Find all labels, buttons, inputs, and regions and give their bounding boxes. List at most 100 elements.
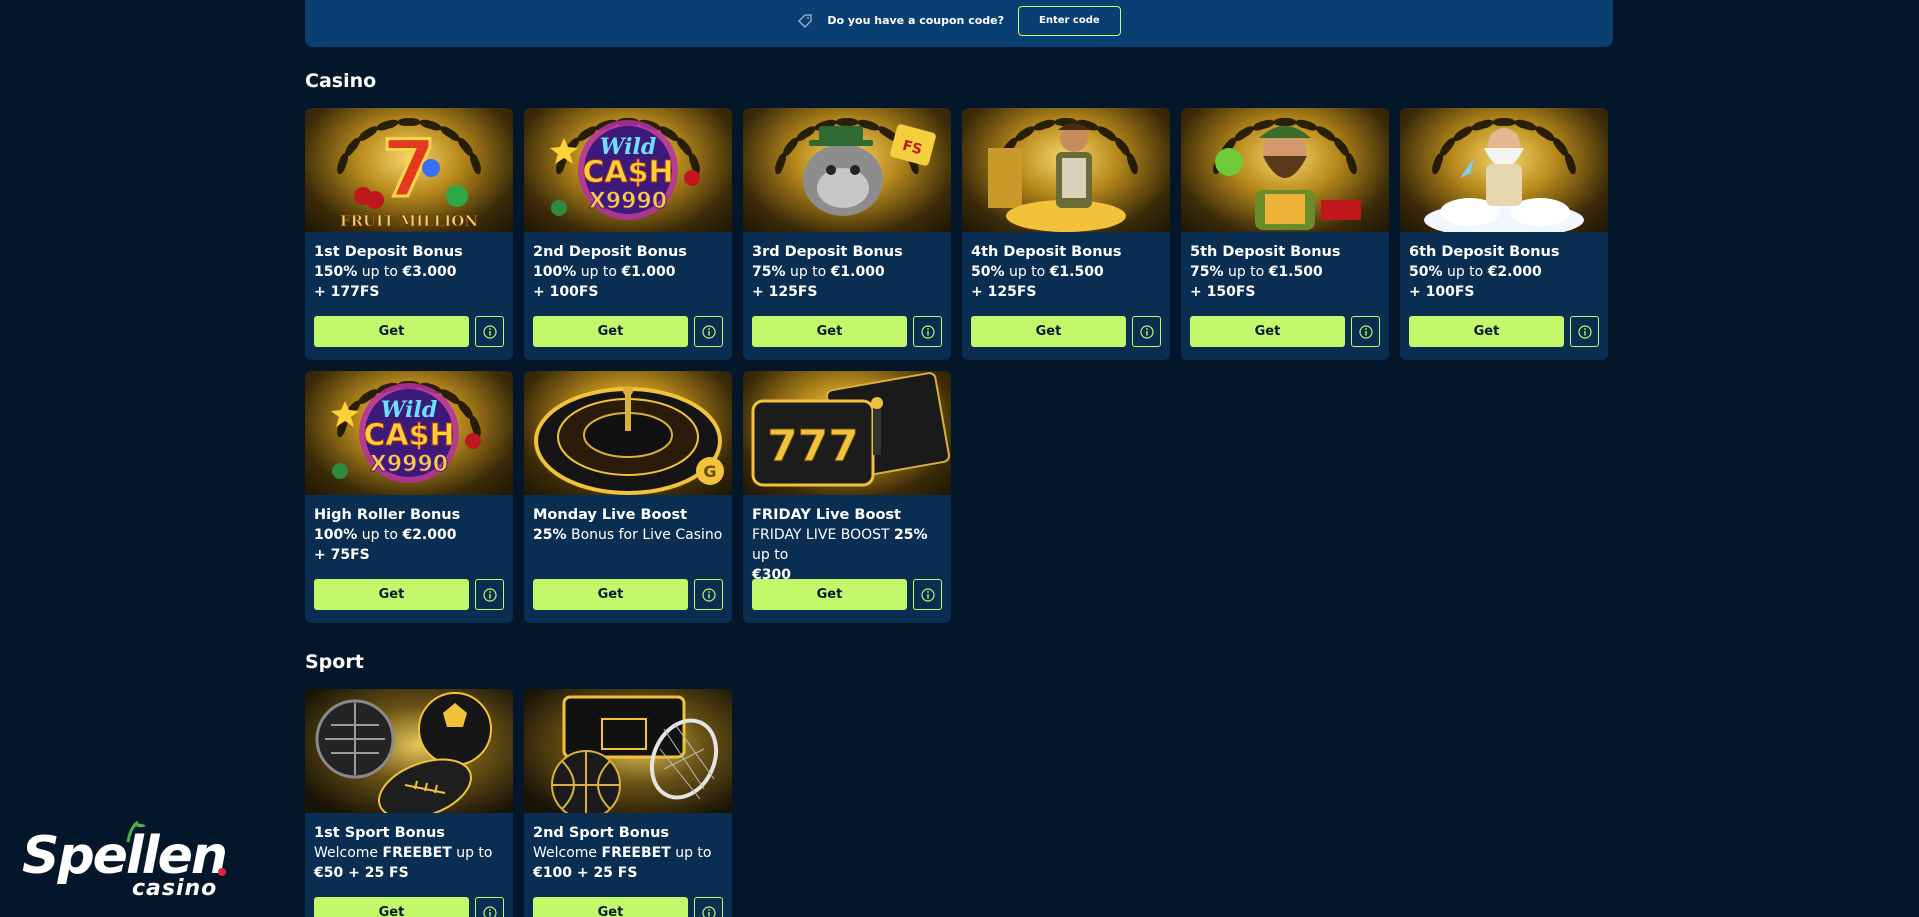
svg-text:FRUIT MILLION: FRUIT MILLION [340, 212, 478, 230]
card-description: 50% up to €1.500 + 125FS [971, 262, 1161, 302]
casino-bonus-card: Wild CA$H X9990 2nd Deposit Bonus 100% up… [524, 108, 732, 360]
bulldog-fs-artwork: FS [743, 108, 951, 232]
svg-text:CA$H: CA$H [582, 155, 673, 190]
offer-connector: up to [1223, 264, 1269, 280]
card-title: 6th Deposit Bonus [1409, 244, 1560, 260]
card-title: 2nd Deposit Bonus [533, 244, 687, 260]
offer-amount: €2.000 [1487, 264, 1542, 280]
info-icon [1358, 324, 1373, 339]
get-bonus-button[interactable]: Get [752, 316, 907, 347]
bonus-info-button[interactable] [913, 316, 942, 347]
roulette-wheel-artwork: G [524, 371, 732, 495]
bonus-info-button[interactable] [694, 897, 723, 917]
get-bonus-button[interactable]: Get [752, 579, 907, 610]
offer-percentage: 50% [1409, 264, 1443, 280]
offer-free-spins: + 177FS [314, 284, 380, 300]
offer-amount: €100 + 25 FS [533, 865, 638, 881]
offer-type: FREEBET [382, 845, 452, 861]
get-bonus-button[interactable]: Get [533, 316, 688, 347]
basketball-tennis-artwork [524, 689, 732, 813]
offer-percentage: 100% [314, 527, 358, 543]
logo-dot [218, 868, 226, 876]
sport-bonus-card: 1st Sport Bonus Welcome FREEBET up to €50 … [305, 689, 513, 917]
card-actions: Get [533, 316, 723, 347]
offer-amount: €50 + 25 FS [314, 865, 409, 881]
bonus-info-button[interactable] [475, 579, 504, 610]
bonus-info-button[interactable] [1132, 316, 1161, 347]
card-actions: Get [314, 579, 504, 610]
spellen-casino-logo[interactable]: Spellen casino [22, 820, 232, 906]
get-bonus-button[interactable]: Get [971, 316, 1126, 347]
offer-free-spins: + 100FS [533, 284, 599, 300]
offer-amount: €3.000 [402, 264, 457, 280]
get-bonus-button[interactable]: Get [533, 897, 688, 917]
get-bonus-button[interactable]: Get [314, 579, 469, 610]
offer-percentage: 75% [1190, 264, 1224, 280]
card-title: Monday Live Boost [533, 507, 688, 523]
coupon-prompt: Do you have a coupon code? [827, 14, 1004, 27]
offer-connector: up to [1004, 264, 1050, 280]
card-title: High Roller Bonus [314, 507, 461, 523]
bonus-info-button[interactable] [475, 897, 504, 917]
offer-amount: €1.000 [830, 264, 885, 280]
offer-connector: up to [1442, 264, 1488, 280]
offer-amount: €1.500 [1049, 264, 1104, 280]
card-description: 75% up to €1.500 + 150FS [1190, 262, 1380, 302]
wild-cash-x9990-artwork: Wild CA$H X9990 [305, 371, 513, 495]
info-icon [701, 324, 716, 339]
card-actions: Get [1409, 316, 1599, 347]
bearded-farmer-artwork [1181, 108, 1389, 232]
offer-type: FREEBET [601, 845, 671, 861]
svg-text:G: G [703, 462, 716, 481]
offer-amount: €2.000 [402, 527, 457, 543]
offer-prefix: FRIDAY LIVE BOOST [752, 527, 895, 543]
coupon-bar: Do you have a coupon code? Enter code [305, 0, 1613, 47]
bonus-info-button[interactable] [694, 579, 723, 610]
card-title: 2nd Sport Bonus [533, 825, 670, 841]
info-icon [701, 587, 716, 602]
card-actions: Get [314, 316, 504, 347]
info-icon [482, 587, 497, 602]
get-bonus-button[interactable]: Get [533, 579, 688, 610]
get-bonus-button[interactable]: Get [1190, 316, 1345, 347]
offer-percentage: 100% [533, 264, 577, 280]
svg-text:X9990: X9990 [589, 189, 667, 214]
sport-grid: 1st Sport Bonus Welcome FREEBET up to €50 … [305, 689, 1625, 917]
info-icon [920, 324, 935, 339]
info-icon [701, 905, 716, 917]
offer-free-spins: + 125FS [752, 284, 818, 300]
offer-connector: up to [670, 845, 712, 861]
card-description: 25% Bonus for Live Casino [533, 525, 723, 565]
bonus-info-button[interactable] [475, 316, 504, 347]
casino-bonus-card: G Monday Live Boost 25% Bonus for Live Cas… [524, 371, 732, 623]
info-icon [1139, 324, 1154, 339]
sport-bonus-card: 2nd Sport Bonus Welcome FREEBET up to €100… [524, 689, 732, 917]
offer-free-spins: + 75FS [314, 547, 370, 563]
svg-text:X9990: X9990 [370, 452, 448, 477]
sport-section-title: Sport [305, 651, 364, 673]
get-bonus-button[interactable]: Get [314, 316, 469, 347]
card-description: 100% up to €2.000 + 75FS [314, 525, 504, 565]
casino-bonus-card: 4th Deposit Bonus 50% up to €1.500 + 125FS… [962, 108, 1170, 360]
bonus-info-button[interactable] [1351, 316, 1380, 347]
card-title: 1st Deposit Bonus [314, 244, 463, 260]
card-actions: Get [752, 579, 942, 610]
bonus-info-button[interactable] [694, 316, 723, 347]
card-title: 3rd Deposit Bonus [752, 244, 903, 260]
enter-code-button[interactable]: Enter code [1018, 5, 1121, 36]
get-bonus-button[interactable]: Get [314, 897, 469, 917]
get-bonus-button[interactable]: Get [1409, 316, 1564, 347]
card-title: 4th Deposit Bonus [971, 244, 1122, 260]
offer-prefix: Welcome [314, 845, 383, 861]
bonus-info-button[interactable] [913, 579, 942, 610]
bonus-info-button[interactable] [1570, 316, 1599, 347]
offer-free-spins: + 150FS [1190, 284, 1256, 300]
casino-bonus-card: 5th Deposit Bonus 75% up to €1.500 + 150FS… [1181, 108, 1389, 360]
slot-777-artwork: 777 [743, 371, 951, 495]
card-actions: Get [533, 897, 723, 917]
casino-bonus-card: 7 FRUIT MILLION 1st Deposit Bonus 150% up … [305, 108, 513, 360]
casino-grid: 7 FRUIT MILLION 1st Deposit Bonus 150% up … [305, 108, 1625, 623]
card-title: 1st Sport Bonus [314, 825, 445, 841]
offer-percentage: 25% [894, 527, 928, 543]
seven-fruit-million-artwork: 7 FRUIT MILLION [305, 108, 513, 232]
